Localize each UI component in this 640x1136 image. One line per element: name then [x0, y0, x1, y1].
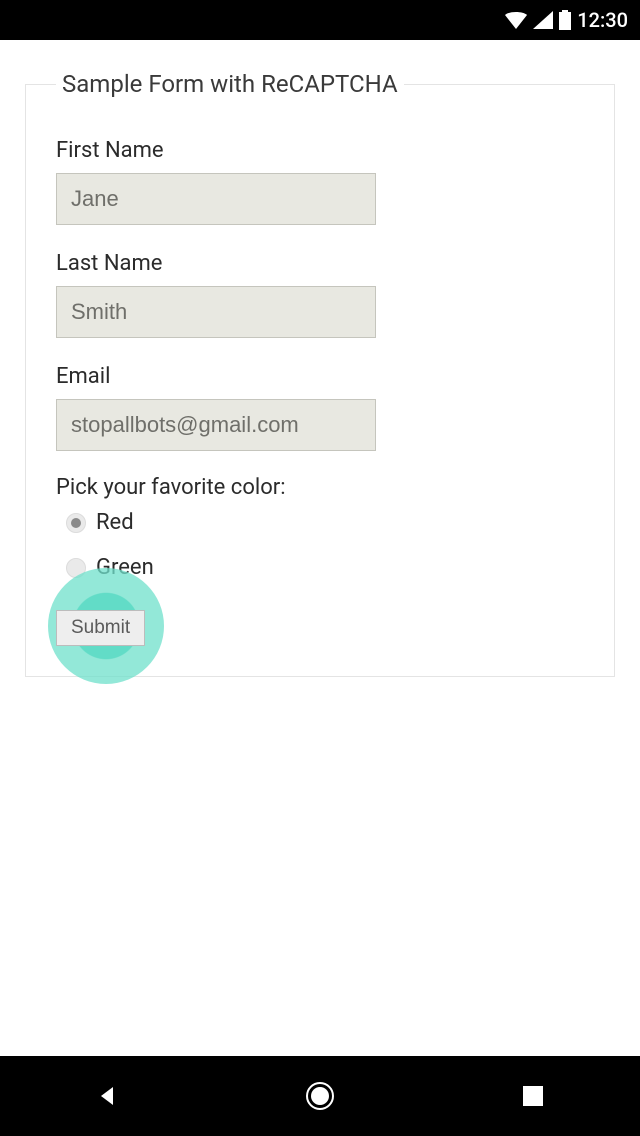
battery-icon [559, 10, 571, 30]
submit-wrap: Submit [56, 610, 584, 646]
status-clock: 12:30 [577, 8, 628, 32]
form-frame: Sample Form with ReCAPTCHA First Name La… [25, 70, 615, 677]
first-name-input[interactable] [56, 173, 376, 225]
last-name-group: Last Name [56, 251, 584, 338]
form-title: Sample Form with ReCAPTCHA [56, 70, 404, 98]
radio-icon [66, 558, 86, 578]
wifi-icon [505, 11, 527, 29]
radio-option-red[interactable]: Red [56, 510, 584, 535]
color-picker-label: Pick your favorite color: [56, 475, 584, 500]
email-label: Email [56, 364, 584, 389]
cellular-signal-icon [533, 11, 553, 29]
back-button[interactable] [89, 1078, 125, 1114]
submit-button[interactable]: Submit [56, 610, 145, 646]
email-group: Email [56, 364, 584, 451]
content-area: Sample Form with ReCAPTCHA First Name La… [0, 40, 640, 1056]
first-name-label: First Name [56, 138, 584, 163]
radio-option-green[interactable]: Green [56, 555, 584, 580]
navigation-bar [0, 1056, 640, 1136]
last-name-label: Last Name [56, 251, 584, 276]
radio-icon [66, 513, 86, 533]
radio-label-green: Green [96, 555, 154, 580]
radio-label-red: Red [96, 510, 134, 535]
email-input[interactable] [56, 399, 376, 451]
recent-apps-button[interactable] [515, 1078, 551, 1114]
last-name-input[interactable] [56, 286, 376, 338]
first-name-group: First Name [56, 138, 584, 225]
home-button[interactable] [302, 1078, 338, 1114]
status-bar: 12:30 [0, 0, 640, 40]
